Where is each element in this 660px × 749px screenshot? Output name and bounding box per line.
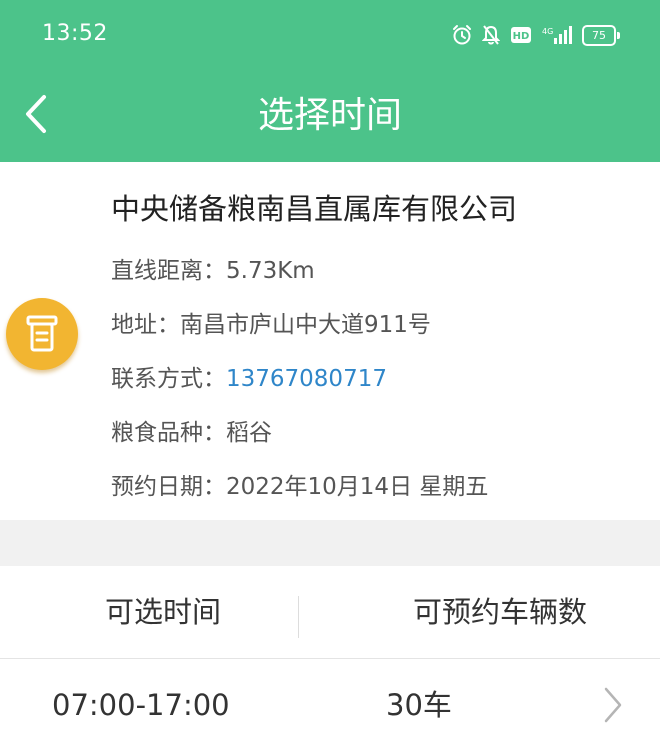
depot-info-card: 中央储备粮南昌直属库有限公司 直线距离：5.73Km 地址：南昌市庐山中大道91… (0, 162, 660, 520)
date-label: 预约日期： (111, 474, 226, 500)
date-row: 预约日期：2022年10月14日 星期五 (111, 472, 488, 502)
signal-icon: 4G (542, 24, 572, 46)
status-icons: HD 4G 75 (452, 22, 620, 48)
time-slot-row[interactable]: 07:00-17:00 30车 (0, 659, 660, 749)
battery-level: 75 (582, 24, 616, 46)
grain-label: 粮食品种： (111, 420, 226, 446)
nav-bar: 选择时间 (0, 70, 660, 162)
notification-muted-icon (482, 24, 500, 46)
address-value: 南昌市庐山中大道911号 (180, 312, 431, 338)
svg-text:HD: HD (513, 31, 530, 42)
page-title: 选择时间 (257, 95, 402, 136)
distance-value: 5.73Km (226, 258, 315, 284)
distance-label: 直线距离： (111, 258, 226, 284)
hd-icon: HD (510, 25, 532, 45)
grain-value: 稻谷 (226, 420, 272, 446)
address-row: 地址：南昌市庐山中大道911号 (111, 310, 431, 340)
header-available-time: 可选时间 (104, 595, 221, 629)
svg-text:4G: 4G (542, 27, 553, 36)
depot-icon (6, 298, 78, 370)
contact-label: 联系方式： (111, 366, 226, 392)
header-vehicle-count: 可预约车辆数 (412, 595, 587, 629)
slot-vehicle-count: 30车 (386, 688, 452, 722)
company-name: 中央储备粮南昌直属库有限公司 (111, 192, 518, 226)
date-value: 2022年10月14日 星期五 (226, 474, 489, 500)
phone-link[interactable]: 13767080717 (226, 366, 387, 392)
app-header: 13:52 HD 4G 75 选择时间 (0, 0, 660, 162)
slots-table-header: 可选时间 可预约车辆数 (0, 566, 660, 659)
status-bar: 13:52 HD 4G 75 (0, 0, 660, 70)
header-divider (298, 596, 299, 638)
alarm-icon (452, 24, 472, 46)
contact-row: 联系方式：13767080717 (111, 364, 387, 394)
battery-icon: 75 (582, 24, 620, 46)
status-time: 13:52 (42, 21, 108, 46)
slot-time: 07:00-17:00 (52, 688, 230, 722)
section-divider (0, 520, 660, 566)
grain-row: 粮食品种：稻谷 (111, 418, 272, 448)
chevron-right-icon (602, 685, 624, 729)
distance-row: 直线距离：5.73Km (111, 256, 315, 286)
address-label: 地址： (111, 312, 180, 338)
